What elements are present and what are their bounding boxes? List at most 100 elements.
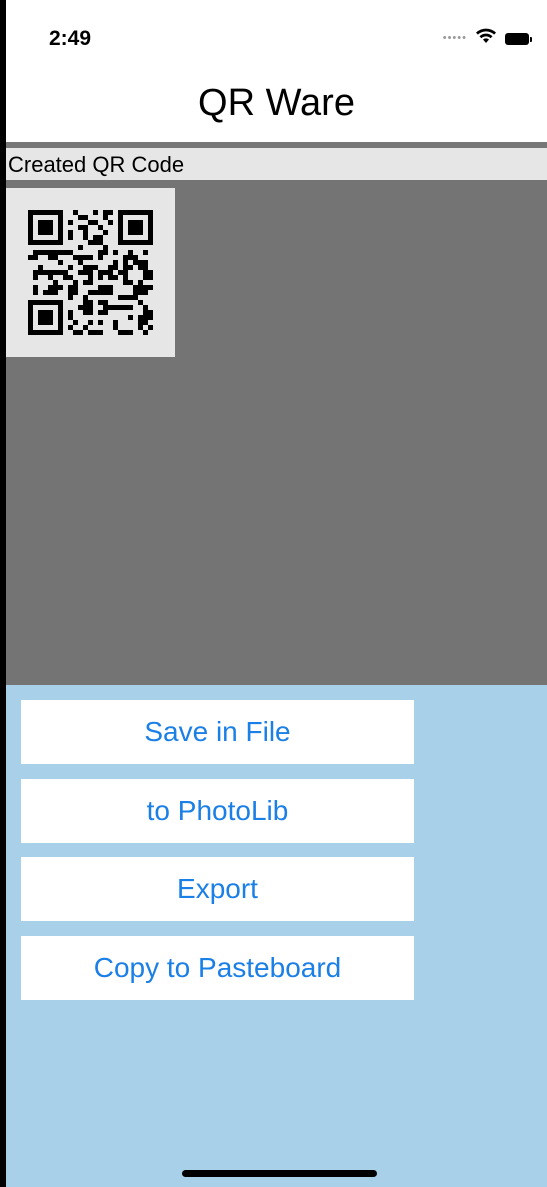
qr-module	[98, 290, 103, 295]
qr-module	[43, 290, 48, 295]
qr-module	[118, 230, 123, 235]
qr-module	[38, 250, 43, 255]
qr-module	[138, 300, 143, 305]
qr-module	[83, 300, 88, 305]
qr-module	[43, 225, 48, 230]
qr-module	[58, 235, 63, 240]
qr-module	[43, 300, 48, 305]
qr-module	[148, 240, 153, 245]
qr-module	[103, 245, 108, 250]
qr-module	[58, 220, 63, 225]
qr-module	[108, 220, 113, 225]
save-in-file-button[interactable]: Save in File	[21, 700, 414, 764]
qr-module	[28, 240, 33, 245]
qr-module	[53, 300, 58, 305]
qr-module	[103, 285, 108, 290]
qr-module	[128, 230, 133, 235]
qr-module	[48, 285, 53, 290]
qr-module	[73, 330, 78, 335]
qr-module	[73, 320, 78, 325]
qr-module	[93, 290, 98, 295]
qr-module	[138, 230, 143, 235]
qr-module	[28, 305, 33, 310]
qr-module	[98, 285, 103, 290]
qr-module	[93, 235, 98, 240]
qr-module	[43, 315, 48, 320]
qr-module	[103, 300, 108, 305]
qr-module	[73, 285, 78, 290]
qr-module	[38, 270, 43, 275]
qr-module	[128, 315, 133, 320]
qr-module	[123, 280, 128, 285]
qr-module	[43, 220, 48, 225]
copy-to-pasteboard-button[interactable]: Copy to Pasteboard	[21, 936, 414, 1000]
qr-module	[43, 210, 48, 215]
qr-module	[83, 255, 88, 260]
qr-module	[128, 210, 133, 215]
qr-module	[48, 310, 53, 315]
qr-module	[138, 290, 143, 295]
export-button[interactable]: Export	[21, 857, 414, 921]
qr-module	[123, 330, 128, 335]
qr-module	[138, 260, 143, 265]
status-icons: •••••	[443, 28, 532, 49]
qr-module	[43, 320, 48, 325]
qr-module	[58, 325, 63, 330]
qr-module	[43, 270, 48, 275]
qr-module	[93, 220, 98, 225]
qr-module	[123, 210, 128, 215]
qr-module	[73, 280, 78, 285]
home-indicator[interactable]	[182, 1170, 377, 1177]
qr-module	[88, 310, 93, 315]
qr-module	[53, 280, 58, 285]
qr-module	[73, 255, 78, 260]
qr-module	[68, 290, 73, 295]
qr-module	[83, 235, 88, 240]
qr-module	[143, 250, 148, 255]
qr-module	[63, 270, 68, 275]
qr-module	[68, 295, 73, 300]
qr-module	[143, 290, 148, 295]
qr-module	[33, 275, 38, 280]
qr-module	[73, 290, 78, 295]
qr-module	[48, 270, 53, 275]
qr-module	[148, 215, 153, 220]
to-photolib-button[interactable]: to PhotoLib	[21, 779, 414, 843]
qr-module	[128, 280, 133, 285]
app-screen: 2:49 ••••• QR Ware Created QR Code Save …	[0, 0, 547, 1187]
qr-module	[103, 210, 108, 215]
qr-code-icon	[28, 210, 153, 335]
qr-module	[138, 280, 143, 285]
qr-module	[133, 295, 138, 300]
qr-module	[128, 295, 133, 300]
qr-module	[28, 230, 33, 235]
qr-module	[48, 315, 53, 320]
qr-module	[58, 285, 63, 290]
qr-module	[148, 310, 153, 315]
qr-module	[133, 255, 138, 260]
qr-module	[138, 225, 143, 230]
qr-module	[133, 290, 138, 295]
qr-module	[68, 275, 73, 280]
qr-module	[43, 310, 48, 315]
qr-module	[103, 310, 108, 315]
qr-module	[63, 275, 68, 280]
qr-module	[78, 245, 83, 250]
qr-module	[98, 270, 103, 275]
qr-module	[143, 285, 148, 290]
qr-module	[28, 330, 33, 335]
qr-module	[48, 300, 53, 305]
qr-module	[33, 300, 38, 305]
qr-module	[58, 330, 63, 335]
qr-module	[143, 260, 148, 265]
qr-module	[138, 285, 143, 290]
qr-module	[68, 310, 73, 315]
qr-module	[28, 210, 33, 215]
qr-module	[58, 310, 63, 315]
qr-module	[43, 230, 48, 235]
qr-module	[93, 240, 98, 245]
qr-module	[143, 270, 148, 275]
qr-module	[43, 330, 48, 335]
qr-module	[88, 280, 93, 285]
qr-preview-area	[6, 180, 547, 685]
